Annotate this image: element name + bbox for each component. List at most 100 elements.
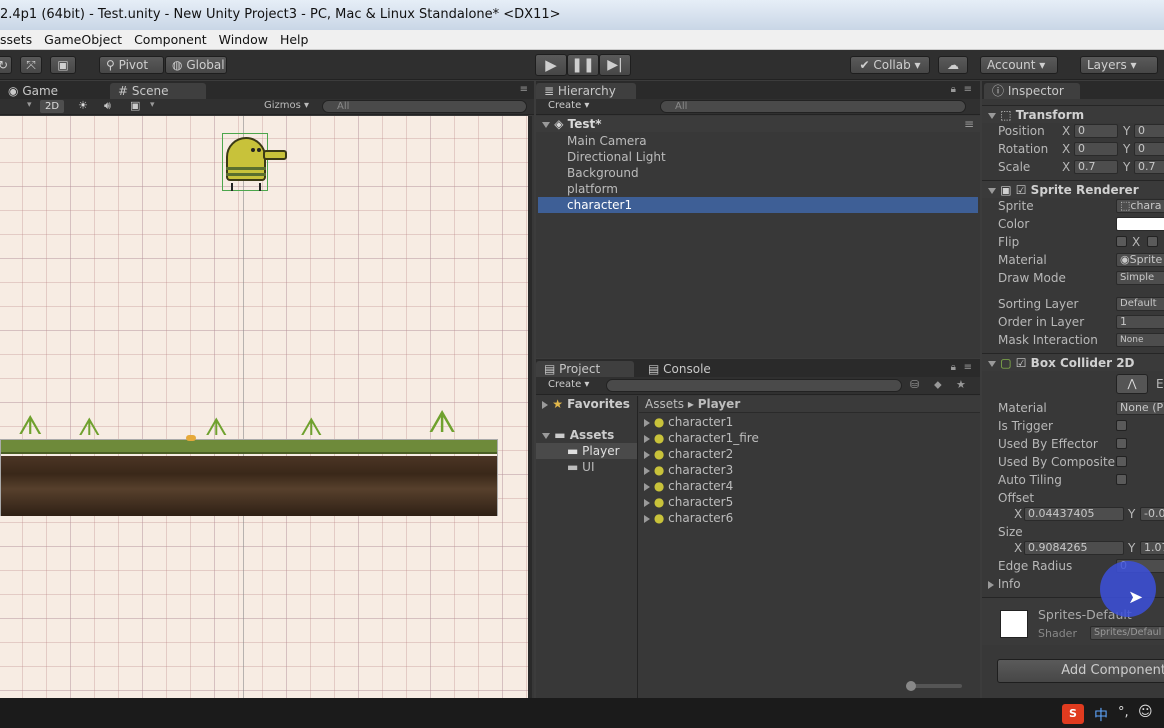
tab-game[interactable]: ◉ Game bbox=[0, 83, 100, 99]
position-y-field[interactable]: 0 bbox=[1134, 124, 1164, 138]
asset-item[interactable]: ● character6 bbox=[644, 510, 980, 526]
shader-dropdown[interactable]: Sprites/Defaul bbox=[1090, 626, 1164, 640]
favorites-row[interactable]: ★ Favorites bbox=[536, 396, 637, 412]
offset-x-field[interactable]: 0.04437405 bbox=[1024, 507, 1124, 521]
sogou-ime-icon[interactable]: S bbox=[1062, 704, 1084, 724]
lock-icon[interactable]: 🔒︎ bbox=[951, 362, 956, 373]
size-y-field[interactable]: 1.07 bbox=[1140, 541, 1164, 555]
project-search-input[interactable] bbox=[606, 379, 902, 392]
hierarchy-create-button[interactable]: Create ▾ bbox=[548, 100, 589, 111]
used-by-composite-checkbox[interactable] bbox=[1116, 456, 1127, 467]
tab-inspector[interactable]: ⓘ Inspector bbox=[984, 83, 1080, 99]
folder-player[interactable]: ▬ Player bbox=[536, 443, 637, 459]
asset-item[interactable]: ● character1_fire bbox=[644, 430, 980, 446]
tab-project[interactable]: ▤ Project bbox=[536, 361, 634, 377]
scale-x-field[interactable]: 0.7 bbox=[1074, 160, 1118, 174]
character-sprite[interactable] bbox=[222, 133, 287, 191]
edit-collider-button[interactable]: ⋀ bbox=[1116, 374, 1148, 394]
hierarchy-item-character1[interactable]: character1 bbox=[538, 197, 978, 213]
scene-view[interactable]: ᗑ ᗑ ᗑ ᗑ ᗑ bbox=[0, 116, 532, 698]
hierarchy-item-background[interactable]: Background bbox=[536, 165, 980, 181]
is-trigger-checkbox[interactable] bbox=[1116, 420, 1127, 431]
pivot-button[interactable]: ⚲ Pivot bbox=[99, 56, 164, 74]
offset-y-field[interactable]: -0.0 bbox=[1140, 507, 1164, 521]
rotate-tool-icon[interactable]: ↻ bbox=[0, 56, 12, 74]
zoom-slider[interactable] bbox=[906, 681, 962, 691]
lock-icon[interactable]: 🔒︎ bbox=[951, 84, 956, 95]
account-dropdown[interactable]: Account ▾ bbox=[980, 56, 1058, 74]
menu-gameobject[interactable]: GameObject bbox=[44, 30, 122, 50]
mask-interaction-dropdown[interactable]: None bbox=[1116, 333, 1164, 347]
folder-ui[interactable]: ▬ UI bbox=[536, 459, 637, 475]
menu-assets[interactable]: ssets bbox=[0, 30, 32, 50]
panel-menu-icon[interactable]: ≡ bbox=[520, 84, 528, 95]
punctuation-icon[interactable]: °, bbox=[1118, 705, 1129, 720]
rect-tool-icon[interactable]: ▣ bbox=[50, 56, 76, 74]
favorite-star-icon[interactable]: ★ bbox=[956, 378, 966, 391]
play-button[interactable]: ▶ bbox=[535, 54, 567, 76]
order-in-layer-field[interactable]: 1 bbox=[1116, 315, 1164, 329]
material-field[interactable]: ◉Sprite bbox=[1116, 253, 1164, 267]
sun-icon[interactable]: ☀ bbox=[78, 99, 88, 112]
scene-menu-icon[interactable]: ≡ bbox=[964, 116, 974, 132]
sprite-field[interactable]: ⬚chara bbox=[1116, 199, 1164, 213]
hierarchy-search-input[interactable]: All bbox=[660, 100, 966, 113]
assets-root-row[interactable]: ▬ Assets bbox=[536, 427, 637, 443]
rotation-x-field[interactable]: 0 bbox=[1074, 142, 1118, 156]
pause-button[interactable]: ❚❚ bbox=[567, 54, 599, 76]
filter-type-icon[interactable]: ⛁ bbox=[910, 378, 919, 391]
sorting-layer-dropdown[interactable]: Default bbox=[1116, 297, 1164, 311]
image-effects-icon[interactable]: ▣ bbox=[130, 99, 140, 112]
tab-console[interactable]: ▤ Console bbox=[640, 361, 740, 377]
menu-window[interactable]: Window bbox=[219, 30, 268, 50]
flip-y-checkbox[interactable] bbox=[1147, 236, 1158, 247]
audio-icon[interactable]: 🔊︎ bbox=[104, 99, 111, 113]
sprite-renderer-header[interactable]: ▣ ☑ Sprite Renderer bbox=[982, 180, 1164, 198]
chevron-down-icon[interactable]: ▾ bbox=[27, 100, 32, 110]
transform-header[interactable]: ⬚ Transform bbox=[982, 105, 1164, 123]
scene-scrollbar[interactable] bbox=[528, 116, 532, 698]
scale-y-field[interactable]: 0.7 bbox=[1134, 160, 1164, 174]
tab-scene[interactable]: # Scene bbox=[110, 83, 206, 99]
layers-dropdown[interactable]: Layers ▾ bbox=[1080, 56, 1158, 74]
asset-item[interactable]: ● character1 bbox=[644, 414, 980, 430]
checkbox-checked-icon[interactable]: ☑ bbox=[1016, 183, 1027, 197]
menu-help[interactable]: Help bbox=[280, 30, 309, 50]
rotation-y-field[interactable]: 0 bbox=[1134, 142, 1164, 156]
info-foldout[interactable]: Info bbox=[988, 577, 1021, 591]
draw-mode-dropdown[interactable]: Simple bbox=[1116, 271, 1164, 285]
flip-x-checkbox[interactable] bbox=[1116, 236, 1127, 247]
asset-item[interactable]: ● character5 bbox=[644, 494, 980, 510]
box-collider-header[interactable]: ▢ ☑ Box Collider 2D bbox=[982, 353, 1164, 371]
gizmos-dropdown[interactable]: Gizmos ▾ bbox=[264, 100, 309, 111]
expand-triangle-icon[interactable] bbox=[542, 121, 550, 128]
breadcrumb-player[interactable]: Player bbox=[698, 397, 741, 411]
zoom-slider-handle[interactable] bbox=[906, 681, 916, 691]
panel-menu-icon[interactable]: ≡ bbox=[964, 84, 972, 95]
hierarchy-item-platform[interactable]: platform bbox=[536, 181, 980, 197]
chevron-down-icon[interactable]: ▾ bbox=[150, 100, 155, 110]
cloud-button[interactable]: ☁ bbox=[938, 56, 968, 74]
tab-hierarchy[interactable]: ≣ Hierarchy bbox=[536, 83, 636, 99]
ime-mode[interactable]: 中 bbox=[1094, 705, 1108, 725]
asset-item[interactable]: ● character3 bbox=[644, 462, 980, 478]
mode-2d-toggle[interactable]: 2D bbox=[40, 100, 64, 113]
global-button[interactable]: ◍ Global bbox=[165, 56, 227, 74]
color-swatch[interactable] bbox=[1116, 217, 1164, 231]
scene-search-input[interactable]: All bbox=[322, 100, 527, 113]
collider-material-field[interactable]: None (P bbox=[1116, 401, 1164, 415]
menu-component[interactable]: Component bbox=[134, 30, 207, 50]
position-x-field[interactable]: 0 bbox=[1074, 124, 1118, 138]
hierarchy-item-main-camera[interactable]: Main Camera bbox=[536, 133, 980, 149]
checkbox-checked-icon[interactable]: ☑ bbox=[1016, 356, 1027, 370]
used-by-effector-checkbox[interactable] bbox=[1116, 438, 1127, 449]
asset-item[interactable]: ● character4 bbox=[644, 478, 980, 494]
platform-sprite[interactable] bbox=[0, 439, 498, 516]
filter-label-icon[interactable]: ⬥ bbox=[934, 378, 942, 392]
step-button[interactable]: ▶| bbox=[599, 54, 631, 76]
asset-item[interactable]: ● character2 bbox=[644, 446, 980, 462]
emoji-icon[interactable]: ☺ bbox=[1138, 704, 1153, 720]
auto-tiling-checkbox[interactable] bbox=[1116, 474, 1127, 485]
hierarchy-item-directional-light[interactable]: Directional Light bbox=[536, 149, 980, 165]
size-x-field[interactable]: 0.9084265 bbox=[1024, 541, 1124, 555]
